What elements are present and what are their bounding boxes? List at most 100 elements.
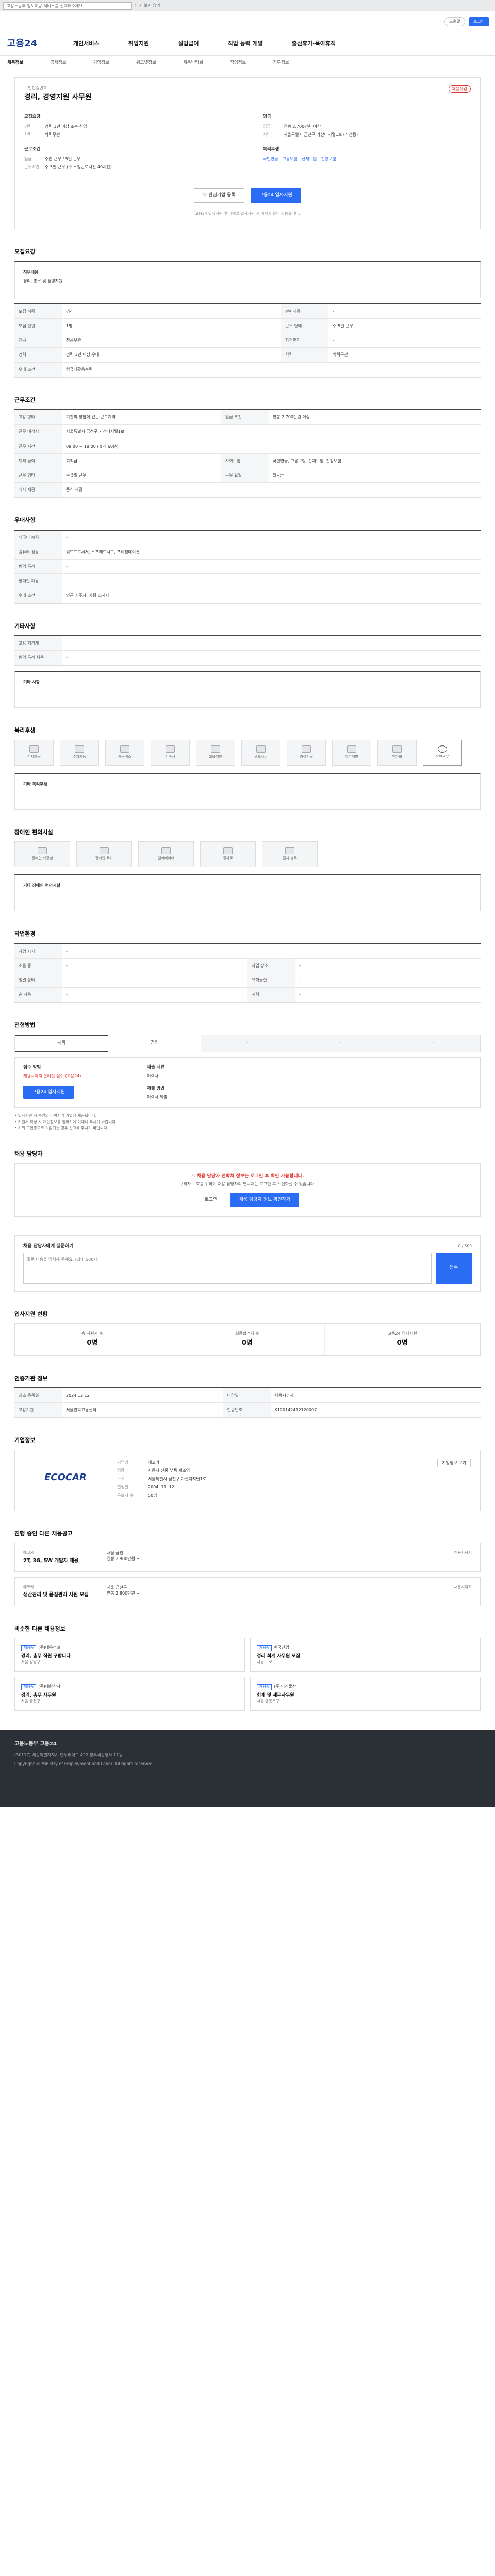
menu-item[interactable]: 취업지원 <box>128 40 149 47</box>
similar-company: (주)대우건설 <box>38 1645 61 1650</box>
similar-title[interactable]: 경리 회계 사무원 모집 <box>257 1653 474 1660</box>
subnav-item[interactable]: 공채정보 <box>50 60 66 66</box>
table-row: 컴퓨터 활용 워드프로세서, 스프레드시트, 프레젠테이션 <box>14 545 481 560</box>
help-button[interactable]: 도움말 <box>444 17 465 26</box>
table-value: 경리 <box>62 304 282 319</box>
similar-card[interactable]: 채용중 (주)미래물산 회계 및 세무사무원 서울 영등포구 <box>250 1676 481 1711</box>
table-row: 병역 특례 - <box>14 559 481 574</box>
facility-label: 엘리베이터 <box>157 856 175 861</box>
similar-card[interactable]: 채용중 한국산업 경리 회계 사무원 모집 서울 구로구 <box>250 1638 481 1672</box>
table-row: 병역 특례 채용 - <box>14 650 481 666</box>
subnav-item[interactable]: 채용정보 <box>7 60 23 66</box>
menu-item[interactable]: 출산휴가·육아휴직 <box>292 40 336 47</box>
menu-item[interactable]: 직업 능력 개발 <box>228 40 263 47</box>
similar-title[interactable]: 경리, 총무 사무원 <box>21 1692 238 1699</box>
table-row: 소음 등 - 작업 장소 - <box>14 958 481 973</box>
similar-company: (주)대한상사 <box>38 1684 61 1689</box>
benefit-label: 주차가능 <box>73 754 86 759</box>
table-value: 주 5일 근무 <box>62 468 221 483</box>
table-value: 채용시까지 <box>270 1388 481 1403</box>
site-logo[interactable]: 고용24 <box>7 37 73 50</box>
table-row: 작업 자세 - <box>14 944 481 959</box>
similar-title[interactable]: 회계 및 세무사무원 <box>257 1692 474 1699</box>
login-button-2[interactable]: 로그인 <box>195 1192 226 1208</box>
question-submit-button[interactable]: 등록 <box>436 1252 472 1284</box>
welfare-tag: 고용보험 <box>282 156 298 161</box>
section-label: 임금 <box>263 114 271 120</box>
benefit-item: 경조사비 <box>241 739 280 766</box>
stat-label: 총 지원자 수 <box>81 1331 103 1336</box>
apply-button[interactable]: 고용24 입사지원 <box>250 188 301 203</box>
menu-item[interactable]: 개인서비스 <box>73 40 100 47</box>
stat-label: 최종합격자 수 <box>235 1331 259 1336</box>
section-title: 전형방법 <box>14 1022 36 1029</box>
job-card-title[interactable]: 2T, 3G, 5W 개발자 채용 <box>23 1557 101 1564</box>
duties-heading: 직무내용 <box>23 269 39 275</box>
benefit-label: 명절선물 <box>300 754 313 759</box>
apply-button-2[interactable]: 고용24 입사지원 <box>23 1086 74 1099</box>
contact-section: 채용 담당자 ⚠ 채용 담당자 연락처 정보는 로그인 후 확인 가능합니다. … <box>14 1150 481 1217</box>
section-title: 인증기관 정보 <box>14 1375 48 1382</box>
company-logo: ECOCAR <box>44 1472 87 1483</box>
subnav-item[interactable]: 워크넷정보 <box>136 60 156 66</box>
company-info-button[interactable]: 기업정보 보기 <box>437 1458 471 1467</box>
kv-key: 임금 <box>263 124 271 129</box>
kv-value: 2004. 11. 12 <box>148 1485 174 1490</box>
etc-box: 기타 사항 <box>14 671 481 708</box>
job-card[interactable]: 에코카 2T, 3G, 5W 개발자 채용 서울 금천구 연봉 2,900만원 ~ … <box>14 1543 481 1572</box>
stat-item: 총 지원자 수 0명 <box>15 1324 170 1355</box>
table-row: 경력 경력 1년 이상 우대 학력 학력무관 <box>14 347 481 363</box>
subnav-item[interactable]: 직무정보 <box>273 60 289 66</box>
job-card[interactable]: 에코카 생산관리 및 품질관리 사원 모집 서울 금천구 연봉 2,800만원 ~ … <box>14 1577 481 1606</box>
table-key: 마감일 <box>223 1388 271 1403</box>
subnav-item[interactable]: 직업정보 <box>230 60 246 66</box>
similar-card[interactable]: 채용중 (주)대우건설 경리, 총무 직원 구합니다 서울 강남구 <box>14 1638 245 1672</box>
apply-docs: 이력서 <box>147 1074 159 1079</box>
company-card: ECOCAR 기업명 에코카 업종 자동차 신품 부품 제조업 주소 서울특별시 금천… <box>14 1449 481 1511</box>
dismiss-checkbox[interactable]: 다시 보지 않기 <box>135 3 160 8</box>
table-row: 근무 시간 09:00 ~ 18:00 (휴게 60분) <box>14 439 481 454</box>
section-title: 채용 담당자 <box>14 1150 43 1158</box>
login-button[interactable]: 로그인 <box>469 17 489 26</box>
section-title: 입사지원 현황 <box>14 1310 48 1317</box>
similar-loc: 서울 강남구 <box>21 1659 40 1665</box>
question-input[interactable] <box>23 1252 432 1284</box>
table-row: 장애인 채용 - <box>14 573 481 589</box>
facility-item: 장애인 주차 <box>76 841 132 868</box>
subnav-item[interactable]: 채용박람회 <box>183 60 203 66</box>
parking-icon <box>100 847 109 855</box>
language-select[interactable]: 고용노동부 정보제공 서비스를 선택해주세요 <box>3 2 132 10</box>
subnav-item[interactable]: 기업정보 <box>93 60 109 66</box>
table-value: 09:00 ~ 18:00 (휴게 60분) <box>62 439 481 454</box>
benefit-item: 명절선물 <box>287 739 326 766</box>
table-value: 주 5일 근무 <box>328 318 481 334</box>
recruit-table: 모집 직종 경리 관련직종 - 모집 인원 1명 근무 형태 주 5일 근무 전공 전공무관 자… <box>14 304 481 377</box>
menu-item[interactable]: 실업급여 <box>178 40 199 47</box>
status-tag: 채용중 <box>257 1645 272 1651</box>
contact-info-button[interactable]: 채용 담당자 정보 확인하기 <box>230 1192 300 1208</box>
table-value: 서울특별시 금천구 가산디지털1로 <box>62 424 481 439</box>
footer-copyright: Copyright © Ministry of Employment and L… <box>14 1761 154 1766</box>
job-card-title[interactable]: 생산관리 및 품질관리 사원 모집 <box>23 1591 101 1598</box>
process-step: - <box>387 1035 481 1052</box>
similar-card[interactable]: 채용중 (주)대한상사 경리, 총무 사무원 서울 금천구 <box>14 1676 245 1711</box>
table-value: - <box>62 958 248 973</box>
kv-key: 경력 <box>24 124 32 129</box>
kv-value: 자동차 신품 부품 제조업 <box>148 1468 190 1473</box>
footer-address: (30117) 세종특별자치시 한누리대로 422 정부세종청사 11동 <box>14 1752 123 1757</box>
table-key: 청결 상태 <box>14 973 62 988</box>
section-title: 비슷한 다른 채용정보 <box>14 1625 65 1632</box>
table-value: 월~금 <box>268 468 481 483</box>
heart-icon: ♡ <box>203 193 209 198</box>
table-row: 고용 형태 기간의 정함이 없는 근로계약 임금 조건 연봉 2,700만원 이상 <box>14 410 481 425</box>
table-key: 병역 특례 <box>14 559 62 574</box>
scrap-button[interactable]: ♡ 관심기업 등록 <box>194 188 244 203</box>
stat-item: 고용24 입사지원 0명 <box>325 1324 481 1355</box>
apply-note: 고용24 입사지원 및 이메일 입사지원 시 이력서 확인 가능합니다. <box>195 211 300 216</box>
ramp-icon <box>223 847 233 855</box>
similar-title[interactable]: 경리, 총무 직원 구합니다 <box>21 1653 238 1660</box>
benefit-label: 교육지원 <box>209 754 222 759</box>
job-card-pay: 연봉 2,900만원 ~ <box>107 1556 140 1562</box>
section-label: 복리후생 <box>263 147 279 152</box>
duties-box: 직무내용 경리, 총무 및 경영지원 <box>14 261 481 298</box>
